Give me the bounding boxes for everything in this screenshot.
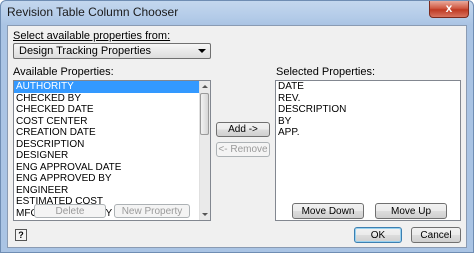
available-property-item[interactable]: COST CENTER (14, 116, 210, 128)
ok-button[interactable]: OK (354, 227, 402, 243)
available-label: Available Properties: (13, 66, 114, 78)
title-bar[interactable]: Revision Table Column Chooser x (1, 1, 473, 23)
selected-label: Selected Properties: (276, 66, 376, 78)
available-property-item[interactable]: CHECKED BY (14, 93, 210, 105)
available-property-item[interactable]: ENG APPROVED BY (14, 173, 210, 185)
selected-property-item[interactable]: DESCRIPTION (276, 104, 460, 116)
selected-property-item[interactable]: BY (276, 116, 460, 128)
dialog-body: Select available properties from: Design… (7, 25, 467, 248)
add-button[interactable]: Add -> (216, 122, 270, 137)
cancel-button[interactable]: Cancel (411, 227, 461, 243)
available-property-item[interactable]: CHECKED DATE (14, 104, 210, 116)
chevron-down-icon (198, 49, 206, 53)
source-dropdown-value: Design Tracking Properties (19, 45, 152, 57)
window-title: Revision Table Column Chooser (7, 5, 179, 19)
available-property-item[interactable]: DESIGNER (14, 150, 210, 162)
selected-properties-list[interactable]: DATE REV. DESCRIPTION BY APP. (275, 80, 461, 221)
scroll-thumb[interactable] (200, 93, 209, 135)
close-button[interactable]: x (429, 1, 469, 18)
move-up-button[interactable]: Move Up (375, 203, 447, 219)
source-label: Select available properties from: (13, 30, 170, 42)
selected-property-item[interactable]: DATE (276, 81, 460, 93)
scroll-down-icon (202, 213, 208, 216)
dialog-window: Revision Table Column Chooser x Select a… (0, 0, 474, 253)
remove-button[interactable]: <- Remove (216, 142, 270, 157)
new-property-button[interactable]: New Property (114, 204, 190, 218)
source-label-text: Select available properties from: (13, 30, 171, 42)
selected-property-item[interactable]: APP. (276, 127, 460, 139)
scroll-down-button[interactable] (200, 209, 210, 220)
available-list-scrollbar[interactable] (199, 81, 210, 220)
available-property-item[interactable]: CREATION DATE (14, 127, 210, 139)
scroll-up-button[interactable] (200, 81, 210, 92)
help-icon[interactable]: ? (15, 229, 27, 241)
available-properties-list[interactable]: AUTHORITY CHECKED BY CHECKED DATE COST CENT… (13, 80, 211, 221)
source-dropdown[interactable]: Design Tracking Properties (13, 43, 211, 59)
close-icon: x (445, 1, 453, 15)
available-property-item[interactable]: AUTHORITY (14, 81, 210, 93)
selected-property-item[interactable]: REV. (276, 93, 460, 105)
delete-button[interactable]: Delete (34, 204, 106, 218)
available-property-item[interactable]: ENGINEER (14, 185, 210, 197)
scroll-up-icon (202, 85, 208, 88)
available-property-item[interactable]: DESCRIPTION (14, 139, 210, 151)
move-down-button[interactable]: Move Down (292, 203, 364, 219)
available-property-item[interactable]: ENG APPROVAL DATE (14, 162, 210, 174)
